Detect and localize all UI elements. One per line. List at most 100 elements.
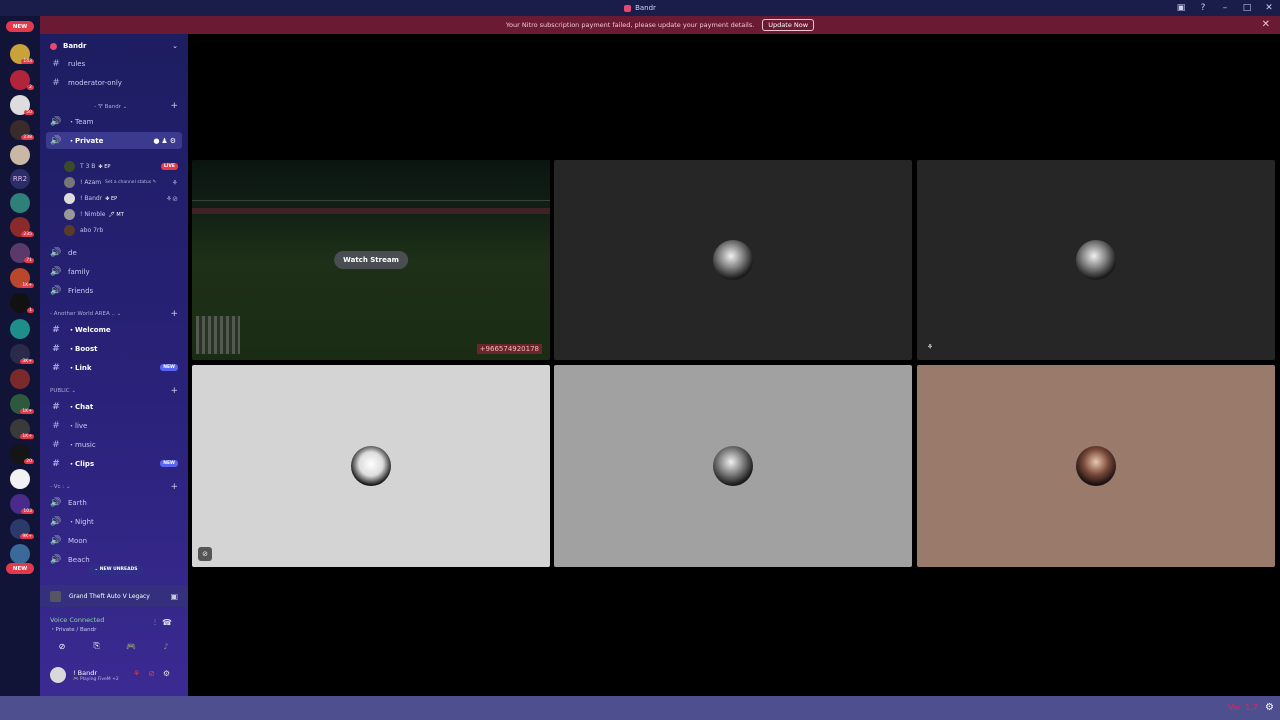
minimize-button[interactable]: – <box>1220 3 1230 13</box>
speaker-icon: 🔊 <box>50 116 62 127</box>
channel-chat[interactable]: # ・Chat <box>46 398 182 415</box>
server-icon[interactable] <box>10 544 30 564</box>
channel-welcome[interactable]: # ・Welcome <box>46 321 182 338</box>
avatar <box>64 209 75 220</box>
channel-friends[interactable]: 🔊 Friends <box>46 282 182 299</box>
voice-member[interactable]: T 3 B ✤ EP LIVE <box>64 159 182 174</box>
speaker-icon: 🔊 <box>50 135 62 146</box>
watch-stream-button[interactable]: Watch Stream <box>334 251 408 269</box>
server-badge: 9K+ <box>20 534 34 539</box>
server-badge: 103 <box>21 509 34 514</box>
channel-tools[interactable]: ●♟⚙ <box>153 137 178 145</box>
channel-boost[interactable]: # ・Boost <box>46 340 182 357</box>
disconnect-icon[interactable]: ☎ <box>162 618 178 627</box>
add-channel-icon[interactable]: + <box>170 386 178 396</box>
channel-family[interactable]: 🔊 family <box>46 263 182 280</box>
add-channel-icon[interactable]: + <box>170 309 178 319</box>
inbox-icon[interactable]: ▣ <box>1176 3 1186 13</box>
voice-member[interactable]: abo 7rb <box>64 223 182 238</box>
server-rail: NEW 143 2 50 238 RR2 235 71 1K+ 1 3K+ 1K… <box>0 16 40 696</box>
speaker-icon: 🔊 <box>50 247 62 258</box>
participant-tile[interactable] <box>554 365 912 567</box>
channel-moderator-only[interactable]: # moderator-only <box>46 74 182 91</box>
noise-suppression-icon[interactable]: ⫶ <box>154 618 162 627</box>
server-icon <box>50 42 57 50</box>
server-badge: 1K+ <box>20 409 34 414</box>
channel-sidebar: Bandr ⌄ # rules # moderator-only - 🝖 Bandr… <box>40 34 188 696</box>
voice-connected-label[interactable]: Voice Connected <box>50 616 104 624</box>
user-controls: ⚘⊘⚙ <box>133 669 178 678</box>
channel-music[interactable]: # ・music <box>46 436 182 453</box>
server-icon[interactable] <box>10 145 30 165</box>
mic-muted-icon[interactable]: ⚘ <box>133 669 148 678</box>
hash-icon: # <box>52 401 60 412</box>
channel-link[interactable]: # ・Link NEW <box>46 359 182 376</box>
close-icon[interactable]: ✕ <box>1262 19 1270 30</box>
hash-icon: # <box>52 58 60 69</box>
voice-member[interactable]: ! Nimble 🖊 MT <box>64 207 182 222</box>
category-vc[interactable]: - Vc : ⌄ + <box>50 480 182 494</box>
new-unreads-pill[interactable]: ⌄ NEW UNREADS <box>88 564 144 575</box>
voice-location[interactable]: ・Private / Bandr <box>50 625 96 633</box>
headphones-off-icon[interactable]: ⊘ <box>148 669 163 678</box>
stream-icon[interactable]: ▣ <box>170 592 178 601</box>
server-badge: 1 <box>27 308 34 313</box>
channel-private[interactable]: 🔊 ・Private ●♟⚙ <box>46 132 182 149</box>
channel-rules[interactable]: # rules <box>46 55 182 72</box>
category-bandr[interactable]: - 🝖 Bandr ⌄ + <box>50 99 182 113</box>
participant-tile[interactable] <box>917 365 1275 567</box>
server-badge: 71 <box>24 258 34 263</box>
participant-tile[interactable]: ⚘ <box>917 160 1275 360</box>
help-icon[interactable]: ? <box>1198 3 1208 13</box>
user-name[interactable]: ! Bandr <box>73 669 97 677</box>
server-badge: 235 <box>21 232 34 237</box>
gear-icon[interactable]: ⚙ <box>163 669 178 678</box>
participant-tile[interactable] <box>554 160 912 360</box>
channel-clips[interactable]: # ・Clips NEW <box>46 455 182 472</box>
server-icon[interactable] <box>10 369 30 389</box>
avatar <box>64 193 75 204</box>
voice-member[interactable]: ! Bandr ✤ EP ⚘⊘ <box>64 191 182 206</box>
camera-off-button[interactable]: ⊘ <box>48 640 76 652</box>
hash-icon: # <box>52 77 60 88</box>
add-channel-icon[interactable]: + <box>170 482 178 492</box>
soundboard-button[interactable]: ♪ <box>152 640 180 652</box>
taskbar: Ver. 1.7 ⚙ <box>0 696 1280 720</box>
ad-board <box>192 208 550 214</box>
channel-moon[interactable]: 🔊 Moon <box>46 532 182 549</box>
voice-member[interactable]: ! Azam ⚘ <box>64 175 182 190</box>
server-badge: 50 <box>24 110 34 115</box>
speaker-icon: 🔊 <box>50 554 62 565</box>
close-window-button[interactable]: ✕ <box>1264 3 1274 13</box>
screen-share-button[interactable]: ⎘ <box>83 640 111 652</box>
channel-team[interactable]: 🔊 ・Team <box>46 113 182 130</box>
category-another-world[interactable]: - Another World AREA .. ⌄ + <box>50 307 182 321</box>
avatar <box>64 225 75 236</box>
maximize-button[interactable]: □ <box>1242 3 1252 13</box>
channel-de[interactable]: 🔊 de <box>46 244 182 261</box>
update-now-button[interactable]: Update Now <box>762 19 815 31</box>
channel-live[interactable]: # ・live <box>46 417 182 434</box>
hash-icon: # <box>52 458 60 469</box>
participant-tile[interactable]: ⊘ <box>192 365 550 567</box>
category-public[interactable]: PUBLIC ⌄ + <box>50 384 182 398</box>
hash-icon: # <box>52 420 60 431</box>
server-text-icon[interactable]: RR2 <box>10 169 30 189</box>
voice-controls: ⫶☎ <box>154 618 178 628</box>
activity-game: Grand Theft Auto V Legacy <box>69 592 150 600</box>
channel-earth[interactable]: 🔊 Earth <box>46 494 182 511</box>
avatar <box>1076 240 1116 280</box>
gear-icon[interactable]: ⚙ <box>1265 702 1274 713</box>
user-panel: ! Bandr 🎮 Playing FiveM +2 ⚘⊘⚙ <box>40 662 188 696</box>
server-icon[interactable] <box>10 193 30 213</box>
add-channel-icon[interactable]: + <box>170 101 178 111</box>
channel-night[interactable]: 🔊 ・Night <box>46 513 182 530</box>
activity-button[interactable]: 🎮 <box>117 640 145 652</box>
notice-text: Your Nitro subscription payment failed, … <box>505 21 755 29</box>
new-pill-bottom[interactable]: NEW <box>6 563 34 574</box>
server-icon[interactable] <box>10 469 30 489</box>
avatar[interactable] <box>50 667 66 683</box>
server-icon[interactable] <box>10 319 30 339</box>
stream-tile[interactable]: +966574920178 Watch Stream <box>192 160 550 360</box>
new-pill-top[interactable]: NEW <box>6 21 34 32</box>
